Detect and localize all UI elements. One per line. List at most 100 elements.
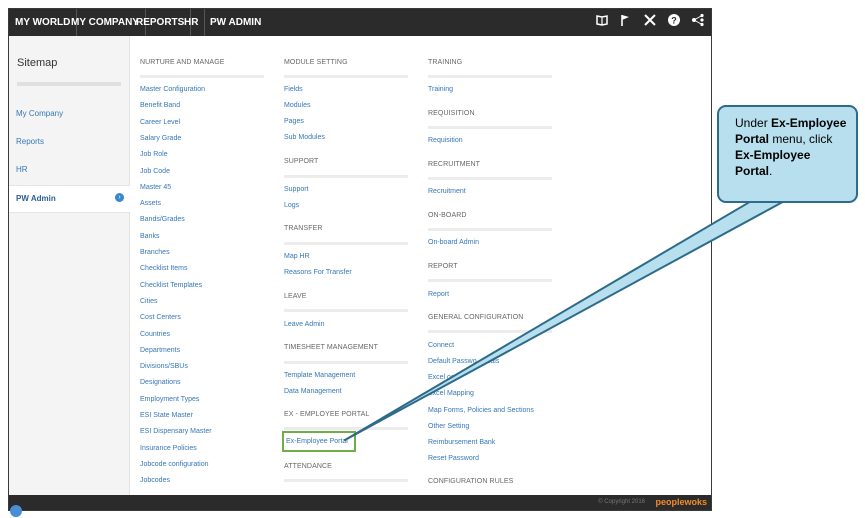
heading-module-setting: MODULE SETTING xyxy=(284,59,348,66)
arrow-right-icon: › xyxy=(115,193,124,202)
link-sub-modules[interactable]: Sub Modules xyxy=(284,134,325,141)
link-checklist-items[interactable]: Checklist Items xyxy=(140,265,187,272)
link-template-management[interactable]: Template Management xyxy=(284,372,355,379)
link-default-password-tail[interactable]: ntials xyxy=(483,358,499,365)
app-window: MY WORLD MY COMPANY REPORTS HR PW ADMIN … xyxy=(8,8,712,511)
sidebar: Sitemap My Company Reports HR PW Admin › xyxy=(9,36,130,510)
brand-logo: peoplewoks xyxy=(655,497,707,507)
link-report[interactable]: Report xyxy=(428,291,449,298)
link-career-level[interactable]: Career Level xyxy=(140,119,180,126)
tools-icon[interactable] xyxy=(641,13,659,31)
link-departments[interactable]: Departments xyxy=(140,347,180,354)
link-esi-state-master[interactable]: ESI State Master xyxy=(140,412,193,419)
link-training[interactable]: Training xyxy=(428,86,453,93)
divider xyxy=(428,126,552,129)
heading-general-configuration: GENERAL CONFIGURATION xyxy=(428,314,524,321)
link-banks[interactable]: Banks xyxy=(140,233,159,240)
heading-configuration-rules: CONFIGURATION RULES xyxy=(428,478,514,485)
divider xyxy=(428,279,552,282)
divider xyxy=(284,361,408,364)
highlight-box xyxy=(282,431,356,452)
callout-text-1: Under xyxy=(735,116,772,130)
sidebar-divider xyxy=(17,82,121,86)
link-job-role[interactable]: Job Role xyxy=(140,151,168,158)
link-other-setting[interactable]: Other Setting xyxy=(428,423,469,430)
sitemap-icon[interactable] xyxy=(689,13,707,31)
heading-nurture-and-manage: NURTURE AND MANAGE xyxy=(140,59,225,66)
link-map-hr[interactable]: Map HR xyxy=(284,253,310,260)
divider xyxy=(284,427,408,430)
footer-bar: © Copyright 2016 peoplewoks xyxy=(9,495,711,510)
link-support[interactable]: Support xyxy=(284,186,309,193)
sidebar-item-my-company[interactable]: My Company xyxy=(16,109,63,118)
heading-on-board: ON-BOARD xyxy=(428,212,467,219)
link-pages[interactable]: Pages xyxy=(284,118,304,125)
link-excel-upload-tail[interactable]: oad xyxy=(447,374,459,381)
sidebar-item-pw-admin[interactable]: PW Admin xyxy=(16,194,56,203)
top-navigation-bar: MY WORLD MY COMPANY REPORTS HR PW ADMIN … xyxy=(9,9,711,36)
callout-text-3: . xyxy=(769,164,773,178)
sidebar-item-reports[interactable]: Reports xyxy=(16,137,44,146)
link-cities[interactable]: Cities xyxy=(140,298,158,305)
link-job-code[interactable]: Job Code xyxy=(140,168,170,175)
nav-pw-admin[interactable]: PW ADMIN xyxy=(204,9,267,36)
divider xyxy=(428,177,552,180)
link-connect[interactable]: Connect xyxy=(428,342,454,349)
callout-bold-2: Ex-Employee Portal xyxy=(735,148,811,178)
link-bands-grades[interactable]: Bands/Grades xyxy=(140,216,185,223)
link-fields[interactable]: Fields xyxy=(284,86,303,93)
link-salary-grade[interactable]: Salary Grade xyxy=(140,135,181,142)
svg-text:?: ? xyxy=(671,16,677,26)
link-on-board-admin[interactable]: On-board Admin xyxy=(428,239,479,246)
link-data-management[interactable]: Data Management xyxy=(284,388,342,395)
copyright-text: © Copyright 2016 xyxy=(598,499,645,505)
link-assets[interactable]: Assets xyxy=(140,200,161,207)
divider xyxy=(284,75,408,78)
link-requisition[interactable]: Requisition xyxy=(428,137,463,144)
link-logs[interactable]: Logs xyxy=(284,202,299,209)
link-checklist-templates[interactable]: Checklist Templates xyxy=(140,282,202,289)
link-leave-admin[interactable]: Leave Admin xyxy=(284,321,324,328)
nav-hr[interactable]: HR xyxy=(178,9,206,36)
link-branches[interactable]: Branches xyxy=(140,249,170,256)
heading-recruitment: RECRUITMENT xyxy=(428,161,481,168)
link-reasons-for-transfer[interactable]: Reasons For Transfer xyxy=(284,269,352,276)
heading-support: SUPPORT xyxy=(284,158,319,165)
link-designations[interactable]: Designations xyxy=(140,379,180,386)
flag-icon[interactable] xyxy=(616,13,634,31)
link-map-forms[interactable]: Map Forms, Policies and Sections xyxy=(428,407,534,414)
link-modules[interactable]: Modules xyxy=(284,102,310,109)
heading-ex-employee-portal: EX - EMPLOYEE PORTAL xyxy=(284,411,370,418)
link-default-password[interactable]: Default Passwo xyxy=(428,358,477,365)
link-jobcodes[interactable]: Jobcodes xyxy=(140,477,170,484)
link-employment-types[interactable]: Employment Types xyxy=(140,396,199,403)
callout-box: Under Ex-Employee Portal menu, click Ex-… xyxy=(717,105,858,203)
link-divisions-sbus[interactable]: Divisions/SBUs xyxy=(140,363,188,370)
link-esi-dispensary-master[interactable]: ESI Dispensary Master xyxy=(140,428,212,435)
book-icon[interactable] xyxy=(593,13,611,31)
link-benefit-band[interactable]: Benefit Band xyxy=(140,102,180,109)
heading-report: REPORT xyxy=(428,263,458,270)
link-cost-centers[interactable]: Cost Centers xyxy=(140,314,181,321)
divider xyxy=(428,228,552,231)
link-reset-password[interactable]: Reset Password xyxy=(428,455,479,462)
sitemap-title: Sitemap xyxy=(17,57,58,69)
link-recruitment[interactable]: Recruitment xyxy=(428,188,466,195)
divider xyxy=(284,309,408,312)
heading-transfer: TRANSFER xyxy=(284,225,323,232)
link-master-45[interactable]: Master 45 xyxy=(140,184,171,191)
link-reimbursement-bank[interactable]: Reimbursement Bank xyxy=(428,439,495,446)
status-circle-icon xyxy=(10,505,22,517)
callout-text-2: menu, click xyxy=(769,132,833,146)
heading-requisition: REQUISITION xyxy=(428,110,475,117)
link-countries[interactable]: Countries xyxy=(140,331,170,338)
sidebar-item-hr[interactable]: HR xyxy=(16,165,28,174)
link-excel-mapping[interactable]: Excel Mapping xyxy=(428,390,474,397)
link-jobcode-configuration[interactable]: Jobcode configuration xyxy=(140,461,209,468)
link-insurance-policies[interactable]: Insurance Policies xyxy=(140,445,197,452)
divider xyxy=(140,75,264,78)
link-excel[interactable]: Excel xyxy=(428,374,445,381)
help-icon[interactable]: ? xyxy=(665,13,683,31)
link-master-configuration[interactable]: Master Configuration xyxy=(140,86,205,93)
heading-leave: LEAVE xyxy=(284,293,307,300)
